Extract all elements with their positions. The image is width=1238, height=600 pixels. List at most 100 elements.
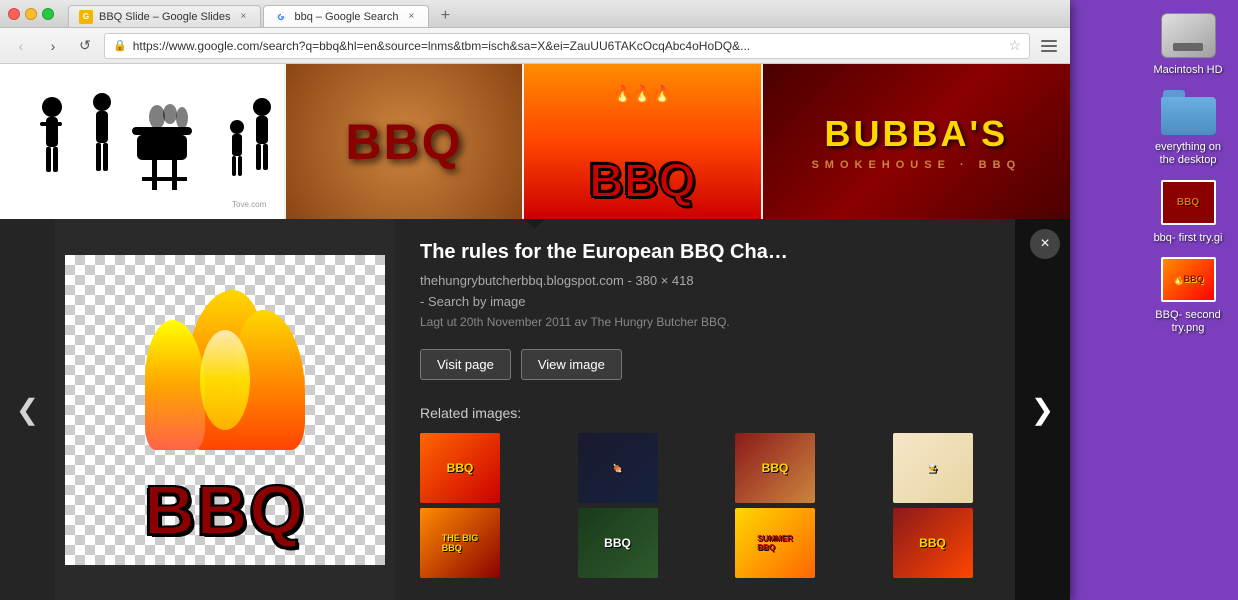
address-bar[interactable]: 🔒 https://www.google.com/search?q=bbq&hl…: [104, 33, 1030, 59]
selected-image-container: BBQ: [55, 219, 395, 600]
maximize-window-button[interactable]: [42, 8, 54, 20]
reload-icon: ↺: [79, 37, 91, 54]
related-img-7-label: SUMMERBBQ: [757, 534, 793, 552]
bbq-gif-shape: BBQ: [1161, 180, 1216, 225]
menu-line-2: [1041, 45, 1057, 47]
bbq-main-text: BBQ: [144, 470, 306, 550]
image-meta: thehungrybutcherbbq.blogspot.com - 380 ×…: [420, 273, 1045, 288]
image-overlay: ❮ BBQ: [0, 219, 1070, 600]
folder-shape: [1161, 90, 1216, 135]
strip-image-fire[interactable]: 🔥🔥🔥 BBQ: [524, 64, 760, 219]
minimize-window-button[interactable]: [25, 8, 37, 20]
new-tab-button[interactable]: +: [431, 5, 459, 27]
back-button[interactable]: ‹: [8, 33, 34, 59]
macintosh-hd-label: Macintosh HD: [1153, 64, 1222, 77]
image-date: Lagt ut 20th November 2011 av The Hungry…: [420, 315, 1045, 329]
next-image-button[interactable]: ❯: [1015, 219, 1070, 600]
strip-image-bubba[interactable]: BUBBA'S SMOKEHOUSE · BBQ: [763, 64, 1070, 219]
bbq-png-shape: 🔥BBQ: [1161, 257, 1216, 302]
everything-label: everything on the desktop: [1148, 141, 1228, 167]
tab-slides[interactable]: G BBQ Slide – Google Slides ×: [68, 5, 261, 27]
chrome-menu-button[interactable]: [1036, 33, 1062, 59]
tab-slides-close-button[interactable]: ×: [236, 10, 250, 24]
related-img-4-label: 👨‍🍳: [928, 464, 938, 473]
desktop-icon-everything[interactable]: everything on the desktop: [1148, 87, 1228, 167]
tab-search[interactable]: bbq – Google Search ×: [263, 5, 429, 27]
desktop-icons-container: Macintosh HD everything on the desktop B…: [1148, 10, 1228, 335]
prev-image-button[interactable]: ❮: [0, 219, 55, 600]
smokehouse-text: SMOKEHOUSE · BBQ: [811, 159, 1021, 171]
desktop-icon-macintosh-hd[interactable]: Macintosh HD: [1148, 10, 1228, 77]
tab-search-label: bbq – Google Search: [294, 11, 398, 23]
flame-inner: [200, 330, 250, 430]
security-icon: 🔒: [113, 39, 127, 52]
bubba-text: BUBBA'S: [825, 113, 1009, 155]
browser-window: G BBQ Slide – Google Slides × bbq – Goog…: [0, 0, 1070, 600]
bookmark-icon[interactable]: ☆: [1008, 37, 1021, 54]
image-source: thehungrybutcherbbq.blogspot.com: [420, 273, 624, 288]
menu-line-3: [1041, 50, 1057, 52]
bbq-png-icon: 🔥BBQ: [1158, 255, 1218, 305]
close-overlay-button[interactable]: ×: [1030, 229, 1060, 259]
forward-arrow-icon: ›: [51, 38, 56, 54]
url-display: https://www.google.com/search?q=bbq&hl=e…: [133, 39, 1003, 53]
fire-flames-icon: 🔥🔥🔥: [613, 84, 673, 104]
desktop-icon-bbq-gif[interactable]: BBQ bbq- first try.gi: [1148, 178, 1228, 245]
bbq-gif-icon: BBQ: [1158, 178, 1218, 228]
desktop-icon-bbq-png[interactable]: 🔥BBQ BBQ- second try.png: [1148, 255, 1228, 335]
folder-body: [1161, 97, 1216, 135]
related-image-6[interactable]: BBQ: [578, 508, 658, 578]
image-strip: Tove.com BBQ 🔥🔥🔥 BBQ: [0, 64, 1070, 219]
menu-line-1: [1041, 40, 1057, 42]
related-img-2-label: 🍖: [613, 464, 623, 473]
svg-text:Tove.com: Tove.com: [232, 200, 267, 209]
image-details-panel: The rules for the European BBQ Cha… theh…: [395, 219, 1070, 600]
related-image-2[interactable]: 🍖: [578, 433, 658, 503]
related-image-1[interactable]: BBQ: [420, 433, 500, 503]
image-dimensions: 380 × 418: [635, 273, 693, 288]
related-image-8[interactable]: BBQ: [893, 508, 973, 578]
tab-bar: G BBQ Slide – Google Slides × bbq – Goog…: [68, 0, 459, 27]
related-img-8-label: BBQ: [919, 536, 946, 550]
flames-container: [115, 270, 335, 450]
related-image-3[interactable]: BBQ: [735, 433, 815, 503]
google-favicon: [274, 10, 288, 24]
strip-image-brick[interactable]: BBQ: [286, 64, 522, 219]
window-controls: [8, 8, 54, 20]
related-image-5[interactable]: THE BIGBBQ: [420, 508, 500, 578]
action-buttons: Visit page View image: [420, 349, 1045, 380]
slides-favicon: G: [79, 10, 93, 24]
tab-search-close-button[interactable]: ×: [404, 10, 418, 24]
browser-content: Tove.com BBQ 🔥🔥🔥 BBQ: [0, 64, 1070, 600]
view-image-button[interactable]: View image: [521, 349, 622, 380]
visit-page-button[interactable]: Visit page: [420, 349, 511, 380]
bbq-fire-main-image: BBQ: [85, 260, 365, 560]
folder-icon: [1158, 87, 1218, 137]
next-arrow-icon: ❯: [1031, 393, 1054, 426]
tab-slides-label: BBQ Slide – Google Slides: [99, 11, 230, 23]
related-image-7[interactable]: SUMMERBBQ: [735, 508, 815, 578]
hard-drive-shape: [1161, 13, 1216, 58]
reload-button[interactable]: ↺: [72, 33, 98, 59]
close-window-button[interactable]: [8, 8, 20, 20]
bbq-silhouette-svg: Tove.com: [2, 72, 282, 212]
related-images-title: Related images:: [420, 405, 1045, 421]
related-image-4[interactable]: 👨‍🍳: [893, 433, 973, 503]
related-img-1-label: BBQ: [447, 461, 474, 475]
strip-bbq-text-2: BBQ: [589, 154, 696, 209]
strip-image-silhouette[interactable]: Tove.com: [0, 64, 284, 219]
strip-bbq-text-1: BBQ: [345, 113, 462, 171]
bbq-gif-label: bbq- first try.gi: [1154, 232, 1223, 245]
related-images-grid: BBQ 🍖 BBQ 👨‍🍳 THE BIGBBQ: [420, 433, 1045, 578]
related-img-6-label: BBQ: [604, 536, 631, 550]
related-img-3-label: BBQ: [762, 461, 789, 475]
hard-drive-icon: [1158, 10, 1218, 60]
bbq-png-label: BBQ- second try.png: [1148, 309, 1228, 335]
navigation-bar: ‹ › ↺ 🔒 https://www.google.com/search?q=…: [0, 28, 1070, 64]
image-title: The rules for the European BBQ Cha…: [420, 239, 1045, 265]
forward-button[interactable]: ›: [40, 33, 66, 59]
related-img-5-label: THE BIGBBQ: [442, 533, 479, 553]
title-bar: G BBQ Slide – Google Slides × bbq – Goog…: [0, 0, 1070, 28]
silhouette-content: Tove.com: [0, 64, 284, 219]
selected-image: BBQ: [65, 255, 385, 565]
